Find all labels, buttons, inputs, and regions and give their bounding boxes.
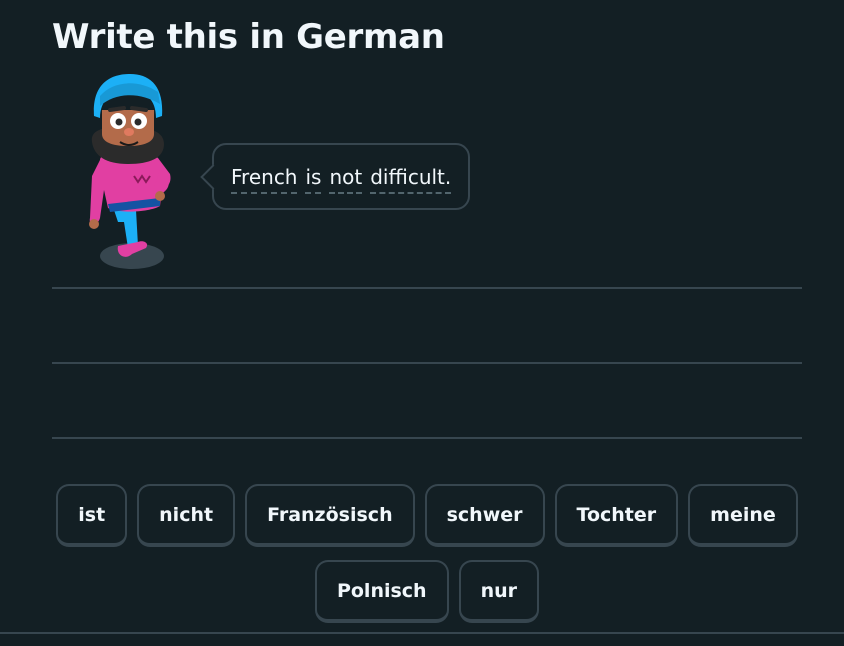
character-legs xyxy=(114,210,138,248)
character-left-pupil xyxy=(115,118,123,126)
prompt-word[interactable]: difficult. xyxy=(370,165,452,194)
prompt-sentence: French is not difficult. xyxy=(231,160,452,194)
word-tile-nicht[interactable]: nicht xyxy=(137,484,236,547)
prompt-word[interactable]: French xyxy=(231,165,298,194)
answer-line-1 xyxy=(52,287,802,289)
speech-bubble-tail xyxy=(200,164,226,190)
word-tile-tochter[interactable]: Tochter xyxy=(554,484,679,547)
prompt-speech-bubble: French is not difficult. xyxy=(200,143,471,210)
word-tile-franzoesisch[interactable]: Französisch xyxy=(245,484,415,547)
character-illustration xyxy=(89,74,171,269)
challenge-title: Write this in German xyxy=(52,17,445,57)
prompt-word[interactable]: not xyxy=(329,165,363,194)
word-tile-nur[interactable]: nur xyxy=(458,560,540,623)
answer-line-3 xyxy=(52,437,802,439)
prompt-word[interactable]: is xyxy=(305,165,322,194)
footer-divider xyxy=(0,632,844,634)
exercise-screen: Write this in German French is not diffi… xyxy=(0,0,844,646)
word-bank: ist nicht Französisch schwer Tochter mei… xyxy=(52,484,802,623)
character-nose xyxy=(124,128,134,136)
word-tile-ist[interactable]: ist xyxy=(56,484,128,547)
word-tile-polnisch[interactable]: Polnisch xyxy=(314,560,449,623)
answer-line-2 xyxy=(52,362,802,364)
word-tile-schwer[interactable]: schwer xyxy=(424,484,545,547)
character-face xyxy=(102,110,154,146)
word-tile-meine[interactable]: meine xyxy=(688,484,798,547)
character-hand xyxy=(155,191,165,201)
character-left-hand xyxy=(89,219,99,229)
character-eyebrows xyxy=(108,106,148,112)
character-right-pupil xyxy=(134,118,142,126)
